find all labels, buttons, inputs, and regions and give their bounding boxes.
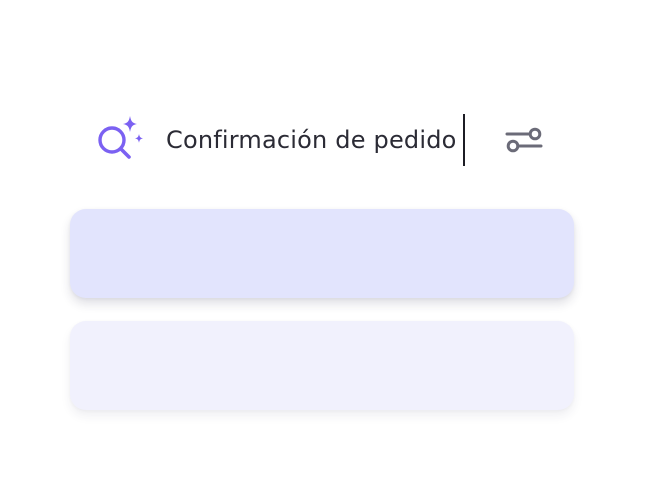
result-card-2[interactable] [70,321,574,410]
filter-sliders-icon [505,127,543,153]
search-input[interactable]: Confirmación de pedido [166,114,465,166]
search-bar[interactable]: Confirmación de pedido [92,110,552,168]
result-card-1[interactable] [70,209,574,298]
search-screen: Confirmación de pedido [0,0,646,500]
search-query-text: Confirmación de pedido [166,126,457,154]
filter-button[interactable] [502,120,546,160]
ai-search-icon [98,116,143,159]
text-cursor [462,114,465,166]
